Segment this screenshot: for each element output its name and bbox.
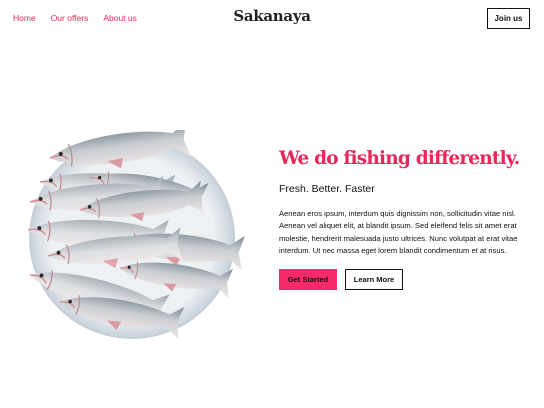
cta-row: Get Started Learn More bbox=[279, 269, 403, 290]
top-nav: Home Our offers About us Sakanaya Join u… bbox=[0, 0, 544, 38]
brand-logo[interactable]: Sakanaya bbox=[0, 7, 544, 25]
hero-content: We do fishing differently. Fresh. Better… bbox=[279, 148, 531, 257]
hero-tagline: Fresh. Better. Faster bbox=[279, 183, 375, 195]
get-started-button[interactable]: Get Started bbox=[279, 269, 337, 290]
fish-platter-image bbox=[20, 119, 260, 345]
learn-more-button[interactable]: Learn More bbox=[345, 269, 403, 290]
hero-headline: We do fishing differently. bbox=[279, 148, 520, 169]
join-us-button[interactable]: Join us bbox=[487, 8, 530, 29]
hero-body-text: Aenean eros ipsum, interdum quis digniss… bbox=[279, 209, 518, 255]
